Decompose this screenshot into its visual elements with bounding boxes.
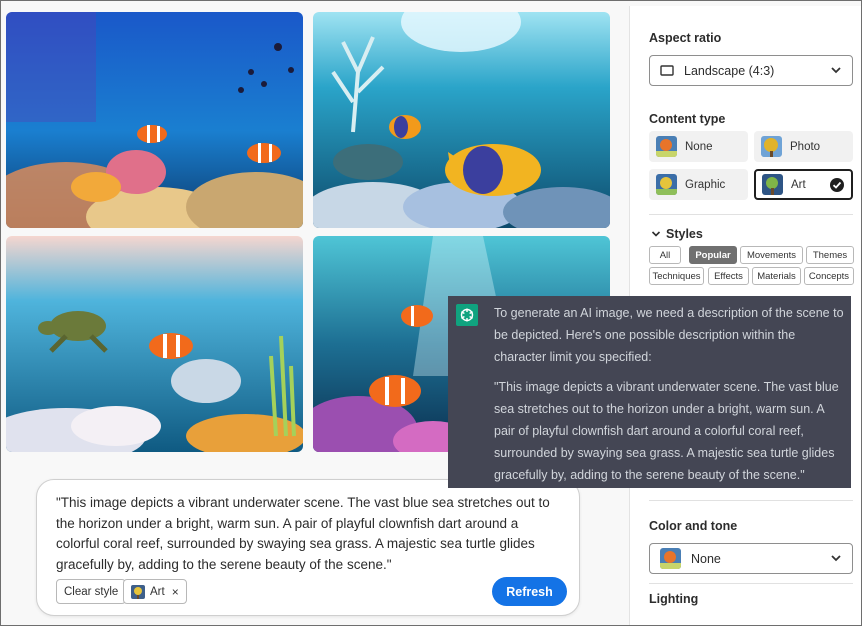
tab-all[interactable]: All — [649, 246, 681, 264]
aspect-ratio-dropdown[interactable]: Landscape (4:3) — [649, 55, 853, 86]
tab-themes[interactable]: Themes — [806, 246, 854, 264]
landscape-icon — [660, 65, 674, 76]
chat-intro-text: To generate an AI image, we need a descr… — [494, 306, 844, 364]
clear-style-label: Clear style — [64, 585, 119, 598]
image-thumb-icon — [656, 136, 677, 157]
image-thumb-icon — [660, 548, 681, 569]
tab-techniques[interactable]: Techniques — [649, 267, 704, 285]
image-thumb-icon — [761, 136, 782, 157]
art-style-chip[interactable]: Art × — [123, 579, 187, 604]
tab-popular[interactable]: Popular — [689, 246, 737, 264]
content-type-graphic[interactable]: Graphic — [649, 169, 748, 200]
chat-quote-text: "This image depicts a vibrant underwater… — [494, 380, 839, 482]
aspect-ratio-value: Landscape (4:3) — [684, 63, 775, 78]
styles-label[interactable]: Styles — [666, 227, 703, 241]
chat-response-overlay: To generate an AI image, we need a descr… — [448, 296, 851, 488]
color-and-tone-label: Color and tone — [649, 519, 738, 533]
tab-movements[interactable]: Movements — [740, 246, 803, 264]
content-type-photo-label: Photo — [790, 140, 821, 153]
content-type-art-label: Art — [791, 178, 806, 191]
chatgpt-logo-icon — [456, 304, 478, 326]
image-thumb-icon — [131, 584, 145, 599]
chevron-down-icon[interactable] — [651, 229, 661, 239]
content-type-photo[interactable]: Photo — [754, 131, 853, 162]
divider — [649, 214, 853, 215]
image-thumb-icon — [762, 174, 783, 195]
content-type-graphic-label: Graphic — [685, 178, 726, 191]
generated-image-1[interactable] — [6, 12, 303, 228]
clear-style-button[interactable]: Clear style — [56, 579, 127, 604]
image-thumb-icon — [656, 174, 677, 195]
tab-materials[interactable]: Materials — [752, 267, 801, 285]
generated-image-2[interactable] — [313, 12, 610, 228]
divider — [649, 500, 853, 501]
tab-effects[interactable]: Effects — [708, 267, 749, 285]
content-type-none-label: None — [685, 140, 713, 153]
chevron-down-icon — [831, 555, 841, 562]
divider — [649, 583, 853, 584]
aspect-ratio-label: Aspect ratio — [649, 31, 722, 45]
prompt-box[interactable]: "This image depicts a vibrant underwater… — [36, 479, 580, 616]
refresh-button[interactable]: Refresh — [492, 577, 567, 606]
content-type-label: Content type — [649, 112, 726, 126]
chevron-down-icon — [831, 67, 841, 74]
prompt-textarea[interactable]: "This image depicts a vibrant underwater… — [56, 493, 561, 575]
lighting-label[interactable]: Lighting — [649, 592, 698, 606]
close-icon[interactable]: × — [172, 585, 179, 599]
content-type-none[interactable]: None — [649, 131, 748, 162]
color-and-tone-value: None — [691, 551, 721, 566]
art-style-chip-label: Art — [150, 585, 165, 598]
checkmark-icon — [830, 178, 844, 192]
generated-image-3[interactable] — [6, 236, 303, 452]
content-type-art[interactable]: Art — [754, 169, 853, 200]
tab-concepts[interactable]: Concepts — [804, 267, 854, 285]
color-and-tone-dropdown[interactable]: None — [649, 543, 853, 574]
